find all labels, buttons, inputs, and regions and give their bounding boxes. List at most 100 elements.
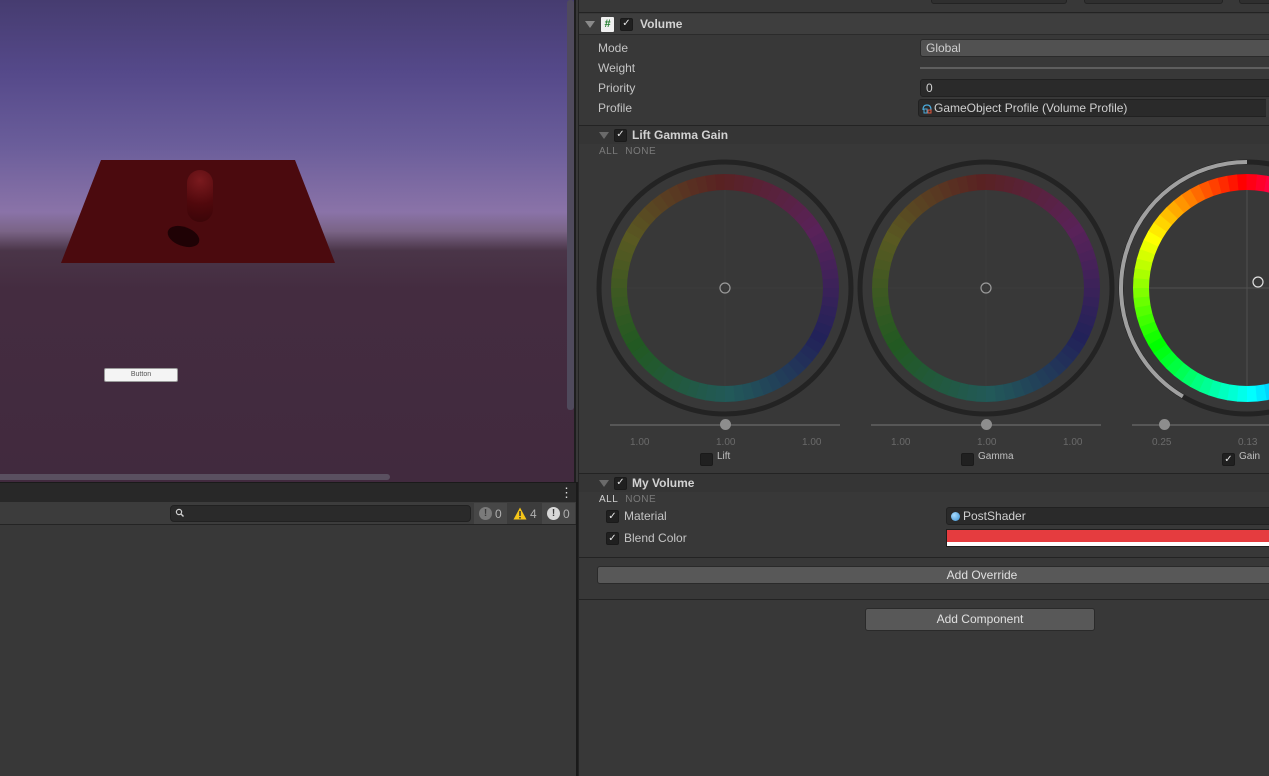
console-tab-bar: ⋮ [0, 482, 576, 502]
search-icon [175, 508, 184, 517]
hue-segment [611, 278, 628, 289]
lift-channel-value: 1.00 [716, 437, 736, 448]
my-volume-header[interactable]: ✓ My Volume [579, 474, 1269, 492]
color-wheel-lift[interactable] [596, 159, 854, 417]
volume-profile-icon [922, 104, 932, 114]
game-view[interactable]: Button [0, 0, 576, 482]
error-icon: ! [479, 507, 492, 520]
vertical-scrollbar[interactable] [567, 0, 574, 410]
blend-color-override-checkbox[interactable]: ✓ [606, 532, 619, 545]
lift-gamma-gain-header[interactable]: ✓ Lift Gamma Gain [579, 126, 1269, 144]
gamma-channel-value: 1.00 [1063, 437, 1083, 448]
hue-segment [822, 287, 839, 298]
material-override-checkbox[interactable]: ✓ [606, 510, 619, 523]
header-button[interactable] [1084, 0, 1223, 4]
vertical-ellipsis-icon[interactable]: ⋮ [560, 486, 573, 500]
hue-segment [1083, 287, 1100, 298]
blend-color-field[interactable] [946, 529, 1269, 547]
lift-gamma-gain-enabled-checkbox[interactable]: ✓ [614, 128, 627, 142]
script-icon: # [601, 16, 614, 32]
hue-segment [1133, 278, 1150, 289]
color-wheels [596, 159, 1269, 417]
horizontal-scrollbar[interactable] [0, 474, 390, 480]
color-wheel-gamma[interactable] [857, 159, 1115, 417]
hue-segment [715, 385, 726, 402]
header-button[interactable] [1239, 0, 1269, 4]
gamma-channel-value: 1.00 [891, 437, 911, 448]
foldout-arrow-icon[interactable] [585, 20, 595, 28]
foldout-arrow-icon[interactable] [599, 479, 609, 487]
gain-slider-track[interactable] [1132, 424, 1269, 426]
profile-label: Profile [598, 101, 633, 115]
warning-count: 4 [530, 506, 537, 521]
profile-object-field[interactable]: GameObject Profile (Volume Profile) [918, 99, 1268, 117]
gain-slider-knob[interactable] [1159, 419, 1171, 430]
material-object-field[interactable]: PostShader [946, 507, 1269, 525]
gain-label: Gain [1239, 451, 1261, 462]
hue-segment [872, 278, 889, 289]
override-title: My Volume [632, 476, 695, 490]
hue-segment [1237, 385, 1248, 402]
gain-override-checkbox[interactable]: ✓ [1222, 453, 1235, 466]
divider [579, 599, 1269, 600]
info-count: 0 [563, 506, 570, 521]
lift-channel-value: 1.00 [802, 437, 822, 448]
console-search-input[interactable] [170, 505, 471, 522]
gamma-label: Gamma [978, 451, 1014, 462]
material-label: Material [624, 509, 667, 523]
foldout-arrow-icon[interactable] [599, 131, 609, 139]
component-title: Volume [640, 17, 683, 31]
gain-channel-value: 0.25 [1152, 437, 1172, 448]
lift-label: Lift [717, 451, 731, 462]
add-override-button[interactable]: Add Override [597, 566, 1269, 584]
wheel-handle[interactable] [1252, 276, 1264, 288]
add-override-label: Add Override [946, 568, 1018, 582]
lift-slider-knob[interactable] [720, 419, 731, 430]
none-button[interactable]: NONE [625, 494, 656, 505]
error-count: 0 [495, 506, 502, 521]
lift-channel-value: 1.00 [630, 437, 650, 448]
divider [579, 557, 1269, 558]
header-button[interactable] [931, 0, 1067, 4]
inspector-panel: # ✓ Volume Mode Global Weight Priority 0… [578, 0, 1269, 776]
hue-segment [1246, 174, 1257, 191]
material-icon [951, 512, 960, 521]
all-button[interactable]: ALL [599, 494, 618, 505]
priority-label: Priority [598, 81, 636, 95]
lift-override-checkbox[interactable] [700, 453, 713, 466]
hue-segment [976, 385, 987, 402]
hue-segment [724, 174, 735, 191]
gamma-channel-value: 1.00 [977, 437, 997, 448]
weight-label: Weight [598, 61, 636, 75]
gamma-slider-knob[interactable] [981, 419, 992, 430]
override-title: Lift Gamma Gain [632, 128, 729, 142]
console-toolbar: ! 0 4 ! 0 [0, 502, 576, 525]
volume-enabled-checkbox[interactable]: ✓ [620, 17, 633, 31]
mode-dropdown[interactable]: Global [920, 39, 1269, 57]
panel-divider [574, 0, 576, 482]
all-none-toggles: ALL NONE [599, 494, 663, 505]
hue-segment [985, 174, 996, 191]
priority-input[interactable]: 0 [920, 79, 1269, 97]
scene-ui-button[interactable]: Button [104, 368, 178, 382]
blend-color-swatch [947, 530, 1269, 542]
volume-component-header[interactable]: # ✓ Volume [579, 14, 1269, 35]
inspector-top-strip [579, 0, 1269, 13]
material-value: PostShader [963, 509, 1026, 523]
gamma-override-checkbox[interactable] [961, 453, 974, 466]
profile-value: GameObject Profile (Volume Profile) [934, 101, 1128, 115]
info-count-toggle[interactable]: ! 0 [542, 503, 575, 524]
scene-capsule [187, 170, 213, 222]
blend-color-label: Blend Color [624, 531, 687, 545]
gain-channel-value: 0.13 [1238, 437, 1258, 448]
warning-icon [513, 507, 527, 520]
console-panel: ⋮ ! 0 4 ! 0 [0, 482, 578, 776]
add-component-button[interactable]: Add Component [865, 608, 1095, 631]
mode-label: Mode [598, 41, 629, 55]
weight-slider[interactable] [920, 67, 1269, 69]
warning-count-toggle[interactable]: 4 [508, 503, 542, 524]
info-icon: ! [547, 507, 560, 520]
my-volume-enabled-checkbox[interactable]: ✓ [614, 476, 627, 490]
color-wheel-gain[interactable] [1118, 159, 1269, 417]
error-count-toggle[interactable]: ! 0 [474, 503, 507, 524]
